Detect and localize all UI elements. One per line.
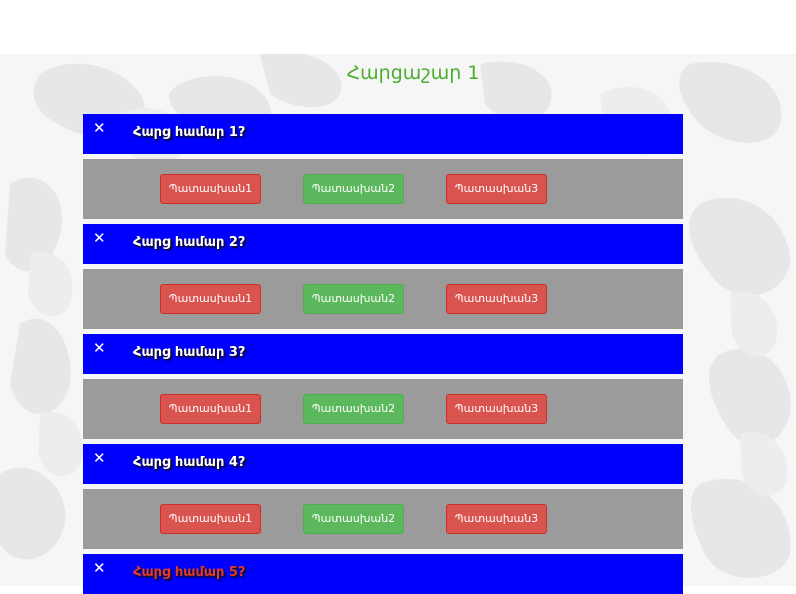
answer-button-1[interactable]: Պատասխան1 xyxy=(160,504,261,534)
answer-button-2[interactable]: Պատասխան2 xyxy=(303,504,404,534)
question-text-5: Հարց համար 5? xyxy=(133,565,246,580)
question-header-1: ✕ Հարց համար 1? xyxy=(83,114,683,154)
question-text-1: Հարց համար 1? xyxy=(133,125,246,140)
answer-button-1[interactable]: Պատասխան1 xyxy=(160,284,261,314)
answer-button-1[interactable]: Պատասխան1 xyxy=(160,174,261,204)
question-text-4: Հարց համար 4? xyxy=(133,455,246,470)
close-icon[interactable]: ✕ xyxy=(93,449,106,467)
answer-button-3[interactable]: Պատասխան3 xyxy=(446,394,547,424)
question-text-2: Հարց համար 2? xyxy=(133,235,246,250)
close-icon[interactable]: ✕ xyxy=(93,229,106,247)
close-icon[interactable]: ✕ xyxy=(93,339,106,357)
question-header-2: ✕ Հարց համար 2? xyxy=(83,224,683,264)
answers-row-3: Պատասխան1 Պատասխան2 Պատասխան3 xyxy=(83,379,683,439)
close-icon[interactable]: ✕ xyxy=(93,559,106,577)
close-icon[interactable]: ✕ xyxy=(93,119,106,137)
answer-button-2[interactable]: Պատասխան2 xyxy=(303,174,404,204)
answers-row-2: Պատասխան1 Պատասխան2 Պատասխան3 xyxy=(83,269,683,329)
answer-button-3[interactable]: Պատասխան3 xyxy=(446,284,547,314)
question-header-5: ✕ Հարց համար 5? xyxy=(83,554,683,594)
quiz-title: Հարցաշար 1 xyxy=(346,62,480,84)
answer-button-3[interactable]: Պատասխան3 xyxy=(446,174,547,204)
answers-row-4: Պատասխան1 Պատասխան2 Պատասխան3 xyxy=(83,489,683,549)
answer-button-2[interactable]: Պատասխան2 xyxy=(303,394,404,424)
answer-button-2[interactable]: Պատասխան2 xyxy=(303,284,404,314)
question-header-4: ✕ Հարց համար 4? xyxy=(83,444,683,484)
answer-button-1[interactable]: Պատասխան1 xyxy=(160,394,261,424)
answers-row-1: Պատասխան1 Պատասխան2 Պատասխան3 xyxy=(83,159,683,219)
question-header-3: ✕ Հարց համար 3? xyxy=(83,334,683,374)
answer-button-3[interactable]: Պատասխան3 xyxy=(446,504,547,534)
quiz-list: ✕ Հարց համար 1? Պատասխան1 Պատասխան2 Պատա… xyxy=(83,114,683,594)
question-text-3: Հարց համար 3? xyxy=(133,345,246,360)
